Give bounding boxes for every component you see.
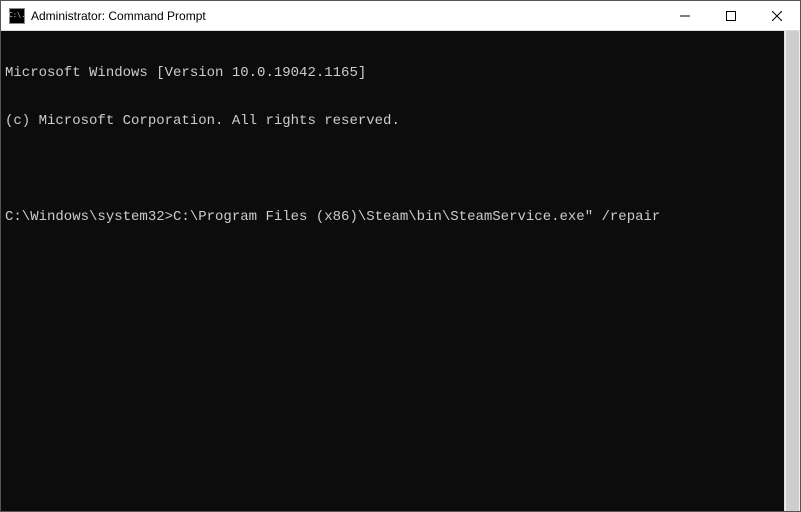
close-button[interactable] (754, 1, 800, 30)
cmd-icon: C:\. (9, 8, 25, 24)
window-controls (662, 1, 800, 30)
scrollbar-thumb[interactable] (786, 31, 799, 511)
maximize-button[interactable] (708, 1, 754, 30)
terminal-line: C:\Windows\system32>C:\Program Files (x8… (5, 209, 780, 225)
minimize-button[interactable] (662, 1, 708, 30)
terminal-output[interactable]: Microsoft Windows [Version 10.0.19042.11… (1, 31, 784, 511)
cmd-icon-text: C:\. (9, 12, 26, 19)
terminal-line (5, 161, 780, 177)
window-title: Administrator: Command Prompt (31, 9, 662, 23)
maximize-icon (726, 11, 736, 21)
terminal-line: (c) Microsoft Corporation. All rights re… (5, 113, 780, 129)
titlebar[interactable]: C:\. Administrator: Command Prompt (1, 1, 800, 31)
close-icon (772, 11, 782, 21)
terminal-line: Microsoft Windows [Version 10.0.19042.11… (5, 65, 780, 81)
vertical-scrollbar[interactable] (784, 31, 800, 511)
terminal-area: Microsoft Windows [Version 10.0.19042.11… (1, 31, 800, 511)
command-prompt-window: C:\. Administrator: Command Prompt Micro… (0, 0, 801, 512)
minimize-icon (680, 11, 690, 21)
